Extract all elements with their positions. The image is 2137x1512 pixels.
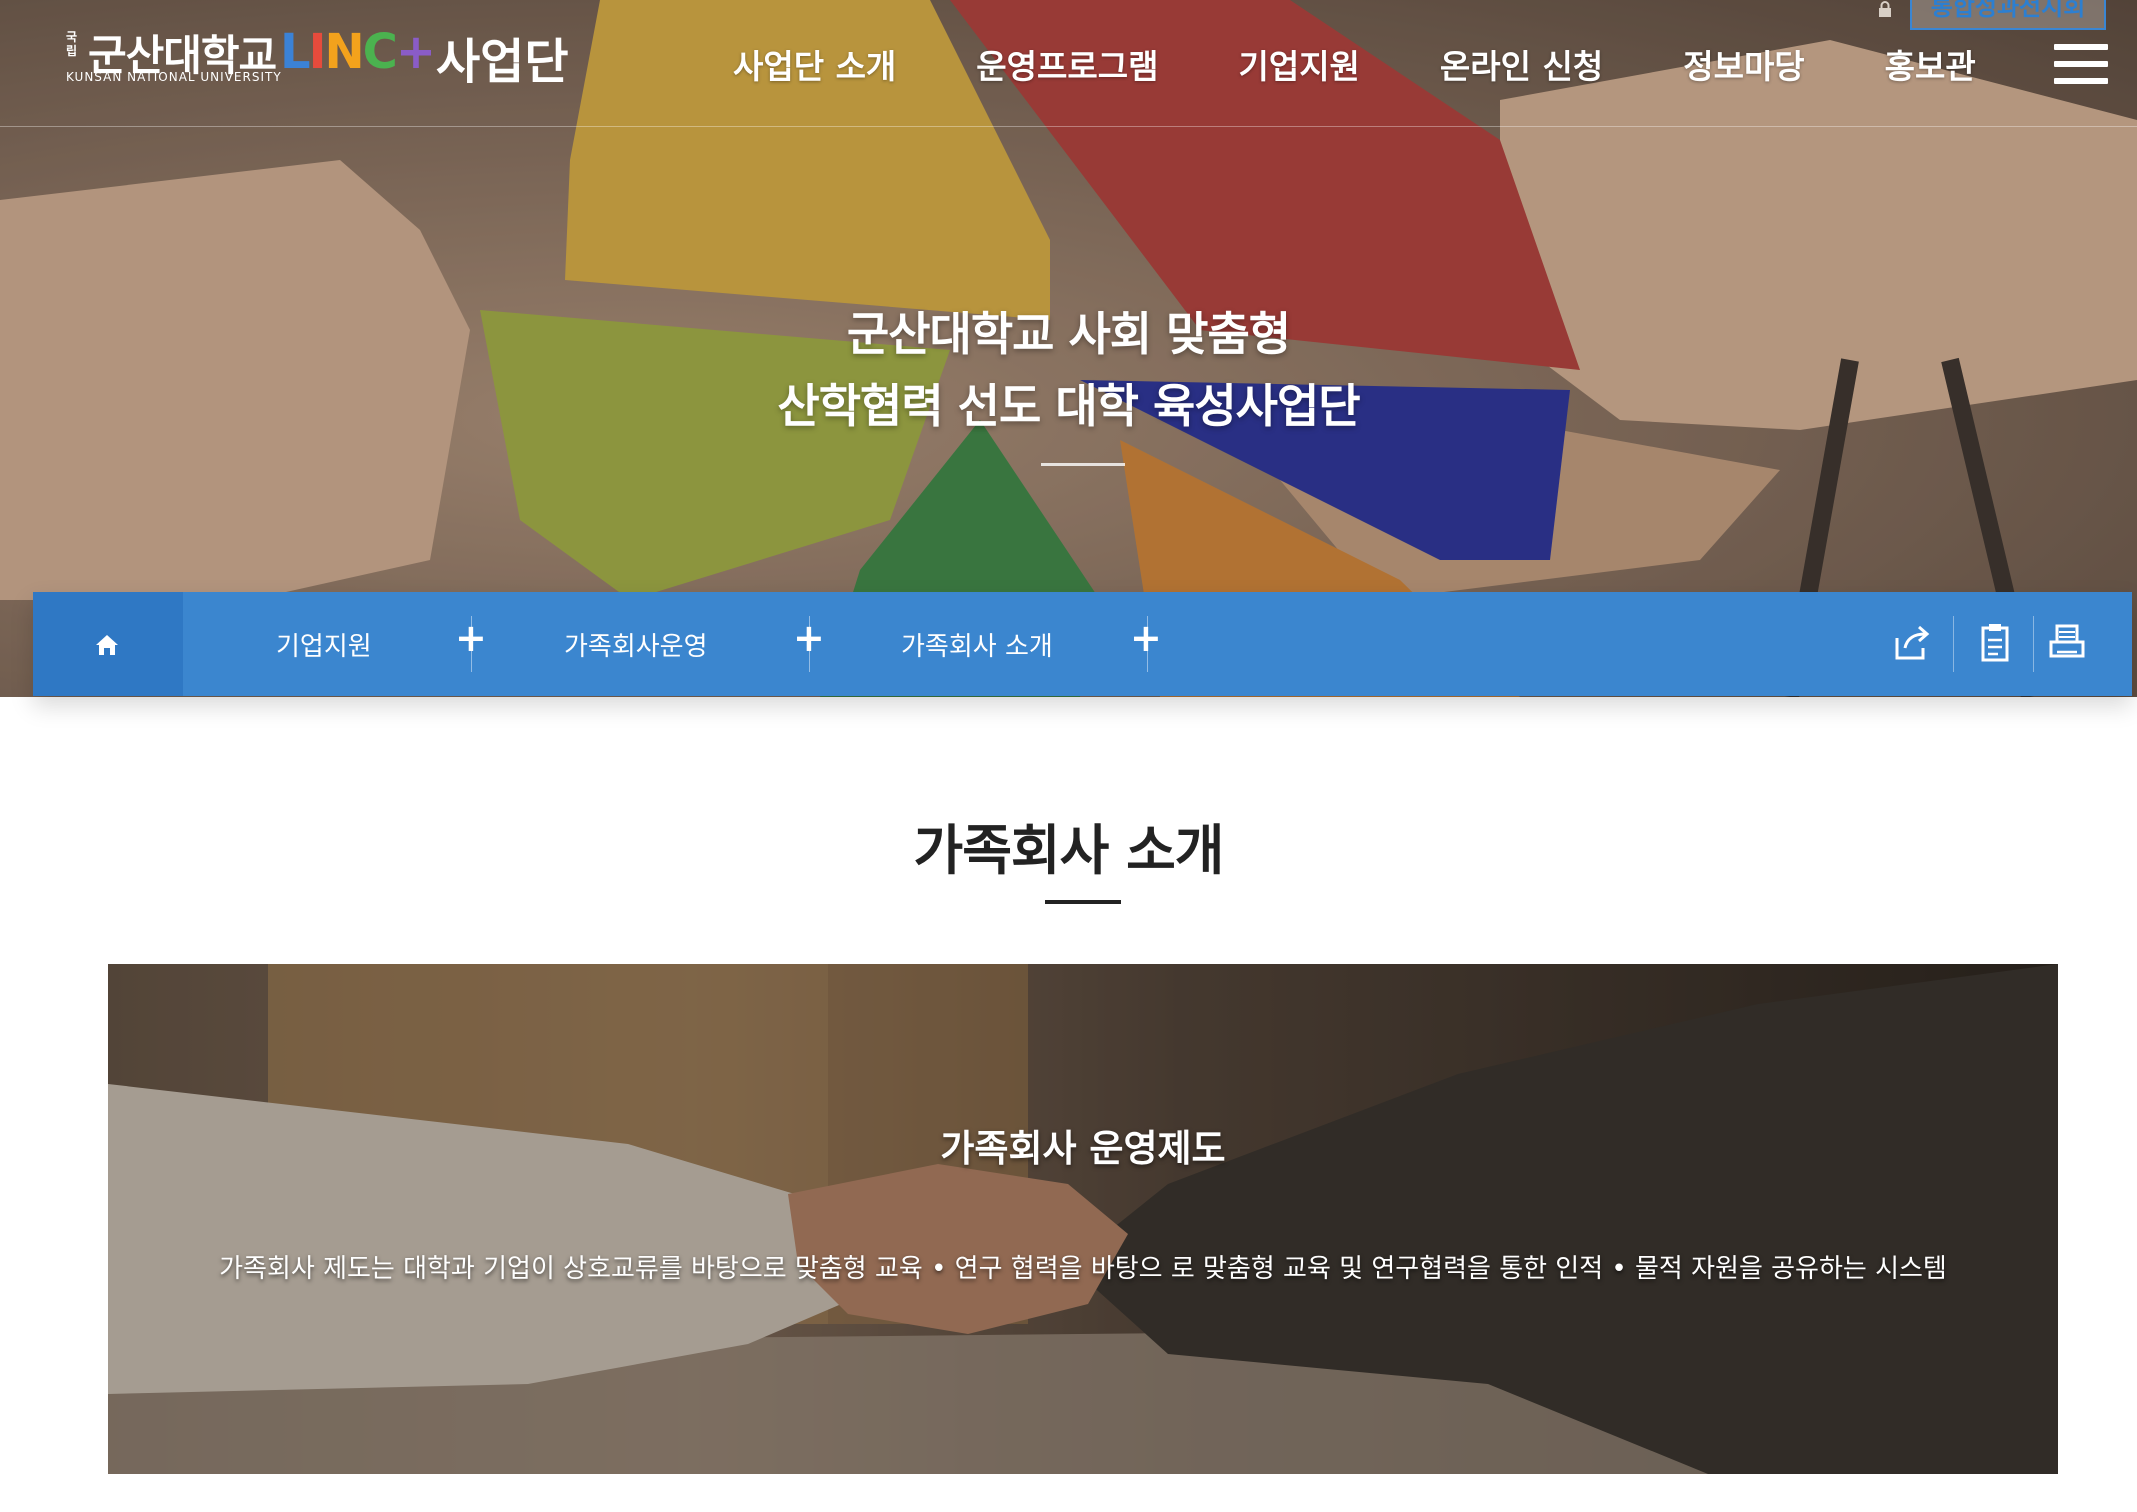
breadcrumb-label: 가족회사 소개 <box>901 632 1053 662</box>
home-icon <box>96 635 118 655</box>
breadcrumb-label: 가족회사운영 <box>564 632 708 662</box>
clipboard-icon[interactable] <box>1973 618 2017 668</box>
lock-icon <box>1879 1 1891 17</box>
nav-item-info[interactable]: 정보마당 <box>1683 40 1804 88</box>
main-nav: 사업단 소개 운영프로그램 기업지원 온라인 신청 정보마당 홍보관 <box>700 40 1976 88</box>
breadcrumb-divider <box>471 616 472 672</box>
title-underline <box>1045 900 1121 904</box>
banner-title: 가족회사 운영제도 <box>940 1127 1226 1170</box>
nav-item-about[interactable]: 사업단 소개 <box>733 40 896 88</box>
hero-divider <box>1041 463 1125 466</box>
page-title: 가족회사 소개 <box>913 819 1225 882</box>
home-button[interactable] <box>33 592 183 696</box>
site-logo[interactable]: 국립 군산대학교 KUNSAN NATIONAL UNIVERSITY LINC… <box>66 22 586 90</box>
linc-letter: + <box>395 24 436 80</box>
logo-suffix: 사업단 <box>436 34 569 90</box>
nav-item-company-support[interactable]: 기업지원 <box>1238 40 1359 88</box>
linc-letter: C <box>362 24 398 80</box>
exhibit-button[interactable]: 통합성과전시회 <box>1910 0 2106 30</box>
nav-item-pr[interactable]: 홍보관 <box>1885 40 1976 88</box>
breadcrumb-item-family-company-intro[interactable]: 가족회사 소개 + <box>809 592 1162 696</box>
linc-letter: N <box>324 24 364 80</box>
intro-banner: 가족회사 운영제도 가족회사 제도는 대학과 기업이 상호교류를 바탕으로 맞춤… <box>108 964 2058 1474</box>
hero-title-line1: 군산대학교 사회 맞춤형 <box>846 307 1291 361</box>
breadcrumb-item-company-support[interactable]: 기업지원 + <box>183 592 487 696</box>
plus-icon[interactable]: + <box>1130 618 1162 658</box>
breadcrumb-label: 기업지원 <box>276 632 372 662</box>
tool-divider <box>2033 616 2034 672</box>
header-divider <box>0 126 2137 127</box>
logo-english-name: KUNSAN NATIONAL UNIVERSITY <box>66 70 282 84</box>
logo-linc-mark: LINC+ <box>280 24 436 80</box>
logo-seal: 국립 <box>66 30 78 58</box>
tool-divider <box>1953 616 1954 672</box>
nav-item-programs[interactable]: 운영프로그램 <box>976 40 1158 88</box>
banner-description: 가족회사 제도는 대학과 기업이 상호교류를 바탕으로 맞춤형 교육 • 연구 … <box>219 1254 1947 1284</box>
nav-item-online-apply[interactable]: 온라인 신청 <box>1440 40 1603 88</box>
hero-title-line2: 산학협력 선도 대학 육성사업단 <box>777 379 1360 433</box>
linc-letter: L <box>280 24 311 80</box>
share-icon[interactable] <box>1891 618 1935 668</box>
linc-letter: I <box>308 24 327 80</box>
breadcrumb-item-family-company-operation[interactable]: 가족회사운영 + <box>473 592 825 696</box>
breadcrumb-divider <box>1147 616 1148 672</box>
hamburger-menu-icon[interactable] <box>2054 44 2108 84</box>
location-bar: 기업지원 + 가족회사운영 + 가족회사 소개 + <box>33 592 2132 696</box>
print-icon[interactable] <box>2045 618 2089 668</box>
banner-overlay <box>108 964 2058 1474</box>
